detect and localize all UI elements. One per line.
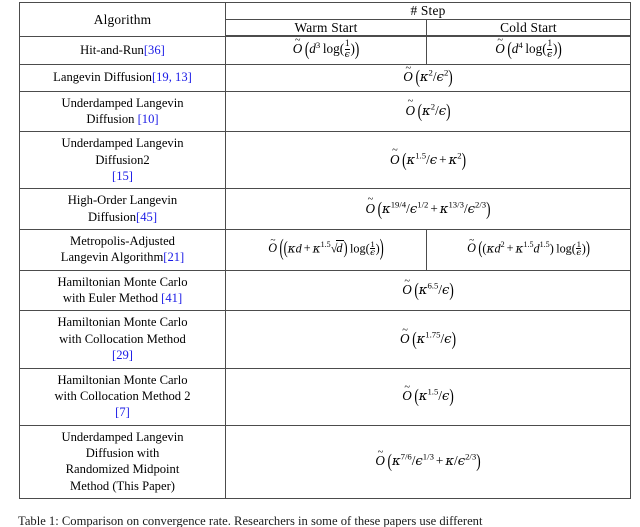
algorithm-cell-high-order-langevin-diffusion: High-Order Langevin Diffusion[45] xyxy=(19,188,226,231)
table-row: Underdamped Langevin Diffusion [10] ~ O (κ… xyxy=(19,90,631,133)
algorithm-label: Metropolis-Adjusted Langevin Algorithm[21… xyxy=(20,230,225,270)
table-row: Hamiltonian Monte Carlo with Collocation … xyxy=(19,367,631,426)
algorithm-cell-hit-and-run: Hit-and-Run[36] xyxy=(19,35,226,66)
citation-ref[interactable]: [41] xyxy=(161,291,182,305)
algorithm-label: High-Order Langevin Diffusion[45] xyxy=(20,189,225,229)
algorithm-cell-hmc-collocation: Hamiltonian Monte Carlo with Collocation … xyxy=(19,310,226,369)
algorithm-label: Hamiltonian Monte Carlo with Collocation … xyxy=(20,369,225,425)
complexity-formula: ~ O (κ2/ϵ) xyxy=(405,96,451,122)
algorithm-name-line: Underdamped Langevin xyxy=(61,429,184,444)
algorithm-name-line: Method (This Paper) xyxy=(70,478,175,493)
algorithm-name-line: Underdamped Langevin xyxy=(61,136,184,151)
table-row: Underdamped Langevin Diffusion with Random… xyxy=(19,424,631,500)
complexity-formula: ~ O (κ19/4/ϵ1/2 + κ13/3/ϵ2/3) xyxy=(365,194,491,219)
algorithm-name-line: with Euler Method xyxy=(62,291,158,306)
complexity-formula: ~ O (κ6.5/ϵ) xyxy=(402,275,454,301)
warm-cell-mala: ~ O ((κd + κ1.5√d) log(1 ϵ)) xyxy=(225,229,427,271)
algorithm-cell-underdamped-langevin-diffusion2: Underdamped Langevin Diffusion2 [15] xyxy=(19,131,226,190)
citation-ref[interactable]: [15] xyxy=(112,169,133,183)
algorithm-name-line: Hamiltonian Monte Carlo xyxy=(57,372,188,387)
algorithm-name-line: with Collocation Method 2 xyxy=(54,388,191,403)
cold-cell-mala: ~ O ((κd2 + κ1.5d1.5) log(1 ϵ)) xyxy=(426,229,631,271)
cold-cell-hit-and-run: ~ O (d4 log(1 ϵ)) xyxy=(426,34,631,66)
algorithm-name-line: with Collocation Method xyxy=(59,331,186,346)
citation-ref[interactable]: [29] xyxy=(112,348,133,362)
algorithm-cell-underdamped-langevin-diffusion: Underdamped Langevin Diffusion [10] xyxy=(19,90,226,133)
complexity-formula: ~ O (κ2/ϵ2) xyxy=(403,63,453,88)
combined-cell-underdamped-langevin-diffusion: ~ O (κ2/ϵ) xyxy=(225,90,631,133)
algorithm-cell-hmc-collocation-2: Hamiltonian Monte Carlo with Collocation … xyxy=(19,367,226,426)
algorithm-name-line: Diffusion2 xyxy=(95,152,150,167)
algorithm-cell-this-paper: Underdamped Langevin Diffusion with Random… xyxy=(19,424,226,500)
combined-cell-hmc-euler: ~ O (κ6.5/ϵ) xyxy=(225,269,631,312)
algorithm-name-line: Langevin Algorithm xyxy=(60,250,164,265)
algorithm-label: Hamiltonian Monte Carlo with Collocation … xyxy=(20,311,225,367)
figure-caption: Table 1: Comparison on convergence rate.… xyxy=(18,514,483,527)
table-row: Hamiltonian Monte Carlo with Euler Method… xyxy=(19,269,631,312)
combined-cell-this-paper: ~ O (κ7/6/ϵ1/3 + κ/ϵ2/3) xyxy=(225,424,631,500)
warm-cell-hit-and-run: ~ O (d3 log(1 ϵ)) xyxy=(225,34,427,66)
complexity-formula: ~ O (κ1.5/ϵ) xyxy=(402,381,454,407)
table-row: Underdamped Langevin Diffusion2 [15] ~ O (κ… xyxy=(19,131,631,190)
header-warm-start: Warm Start xyxy=(225,19,427,37)
citation-ref[interactable]: [21] xyxy=(163,250,184,264)
complexity-formula: ~ O ((κd2 + κ1.5d1.5) log(1 ϵ)) xyxy=(467,236,590,259)
algorithm-label: Hit-and-Run[36] xyxy=(20,39,225,62)
complexity-formula: ~ O (κ1.75/ϵ) xyxy=(400,324,456,350)
citation-ref[interactable]: [10] xyxy=(138,112,159,126)
algorithm-name-line: Diffusion xyxy=(86,111,135,126)
algorithm-cell-hmc-euler: Hamiltonian Monte Carlo with Euler Method… xyxy=(19,269,226,312)
complexity-formula: ~ O (κ7/6/ϵ1/3 + κ/ϵ2/3) xyxy=(375,446,481,472)
figure-page: Algorithm # Step Warm Start Cold Start H… xyxy=(0,0,640,527)
algorithm-name-line: Underdamped Langevin xyxy=(61,95,184,110)
citation-ref[interactable]: [7] xyxy=(115,405,130,419)
complexity-formula: ~ O (d4 log(1 ϵ)) xyxy=(495,34,562,61)
algorithm-name-line: Randomized Midpoint xyxy=(65,462,180,477)
convergence-comparison-table: Algorithm # Step Warm Start Cold Start H… xyxy=(19,2,631,500)
header-algorithm: Algorithm xyxy=(19,2,226,37)
table-row: Langevin Diffusion[19, 13] ~ O (κ2/ϵ2) xyxy=(19,63,631,92)
algorithm-name-line: Hit-and-Run xyxy=(80,43,144,57)
table-row: High-Order Langevin Diffusion[45] ~ O (κ19… xyxy=(19,188,631,231)
citation-ref[interactable]: [45] xyxy=(136,210,157,224)
algorithm-cell-mala: Metropolis-Adjusted Langevin Algorithm[21… xyxy=(19,229,226,271)
algorithm-label: Underdamped Langevin Diffusion2 [15] xyxy=(20,132,225,188)
algorithm-label: Underdamped Langevin Diffusion with Random… xyxy=(20,426,225,498)
complexity-formula: ~ O (κ1.5/ϵ + κ2) xyxy=(389,145,467,171)
combined-cell-langevin-diffusion: ~ O (κ2/ϵ2) xyxy=(225,63,631,92)
algorithm-label: Hamiltonian Monte Carlo with Euler Method… xyxy=(20,271,225,311)
algorithm-name-line: Hamiltonian Monte Carlo xyxy=(57,274,188,289)
algorithm-label: Langevin Diffusion[19, 13] xyxy=(20,66,225,89)
complexity-formula: ~ O (d3 log(1 ϵ)) xyxy=(292,34,360,61)
algorithm-cell-langevin-diffusion: Langevin Diffusion[19, 13] xyxy=(19,64,226,92)
algorithm-name-line: Langevin Diffusion xyxy=(53,70,152,85)
algorithm-name-line: Hamiltonian Monte Carlo xyxy=(57,315,188,330)
citation-ref[interactable]: [36] xyxy=(144,43,165,57)
table-row: Hamiltonian Monte Carlo with Collocation … xyxy=(19,310,631,369)
algorithm-label: Underdamped Langevin Diffusion [10] xyxy=(20,92,225,132)
header-step-group: # Step xyxy=(225,2,631,20)
algorithm-name-line: Diffusion xyxy=(87,209,137,224)
algorithm-name-line: High-Order Langevin xyxy=(67,193,178,208)
complexity-formula: ~ O ((κd + κ1.5√d) log(1 ϵ)) xyxy=(268,234,384,261)
combined-cell-hmc-collocation-2: ~ O (κ1.5/ϵ) xyxy=(225,367,631,426)
combined-cell-underdamped-langevin-diffusion2: ~ O (κ1.5/ϵ + κ2) xyxy=(225,131,631,190)
combined-cell-hmc-collocation: ~ O (κ1.75/ϵ) xyxy=(225,310,631,369)
algorithm-name-line: Metropolis-Adjusted xyxy=(70,234,175,249)
table-row: Hit-and-Run[36] ~ O (d3 log(1 ϵ)) ~ O (d4 l… xyxy=(19,34,631,66)
table-header-row-1: Algorithm # Step xyxy=(19,2,631,37)
table-row: Metropolis-Adjusted Langevin Algorithm[21… xyxy=(19,229,631,271)
header-cold-start: Cold Start xyxy=(426,19,631,37)
combined-cell-high-order-langevin-diffusion: ~ O (κ19/4/ϵ1/2 + κ13/3/ϵ2/3) xyxy=(225,188,631,231)
algorithm-name-line: Diffusion with xyxy=(85,446,160,460)
citation-ref[interactable]: [19, 13] xyxy=(152,70,192,84)
